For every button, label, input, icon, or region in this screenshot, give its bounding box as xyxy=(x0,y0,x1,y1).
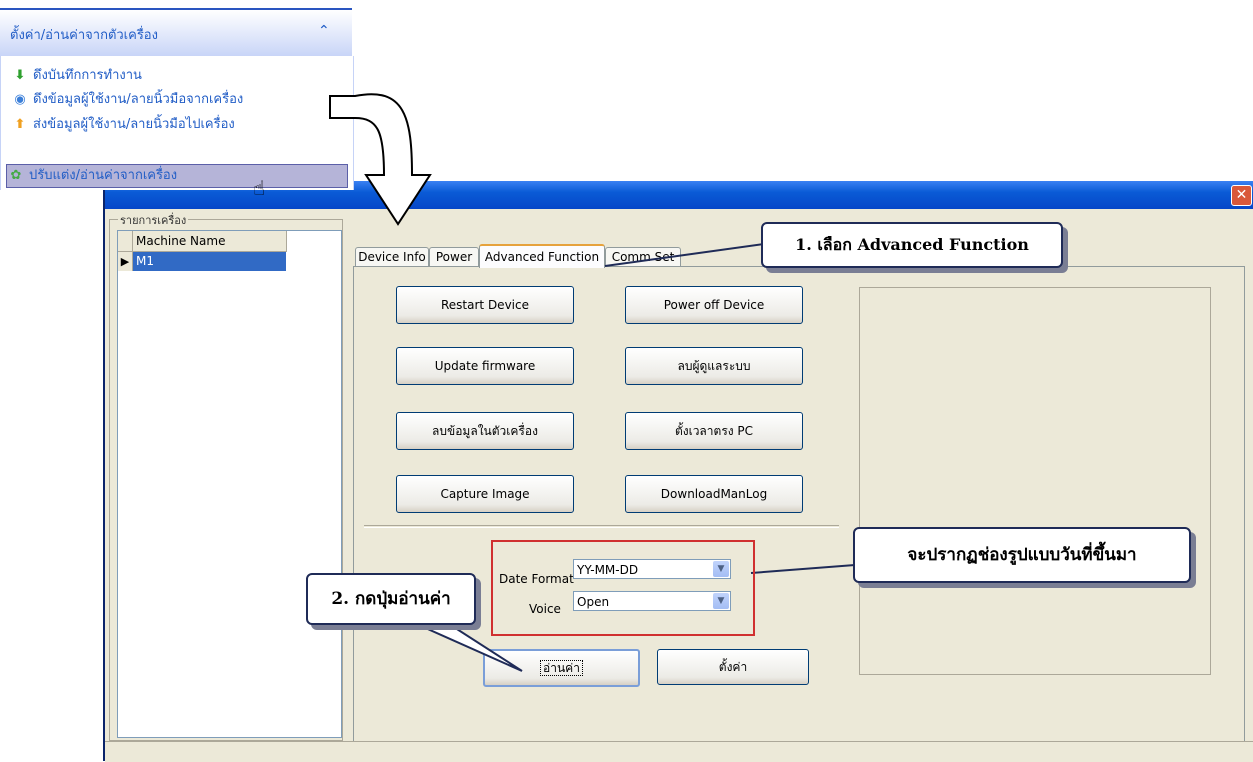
callout-1-pointer xyxy=(604,243,765,267)
callout-press-read-button: 2. กดปุ่มอ่านค่า xyxy=(306,573,476,625)
annotation-overlay xyxy=(329,93,856,672)
curved-arrow-icon xyxy=(329,93,432,226)
callout-date-format-appears: จะปรากฏช่องรูปแบบวันที่ขึ้นมา xyxy=(853,527,1191,583)
callout-select-advanced-function: 1. เลือก Advanced Function xyxy=(761,222,1063,268)
callout-3-pointer xyxy=(750,564,856,574)
date-voice-highlight xyxy=(491,540,755,636)
